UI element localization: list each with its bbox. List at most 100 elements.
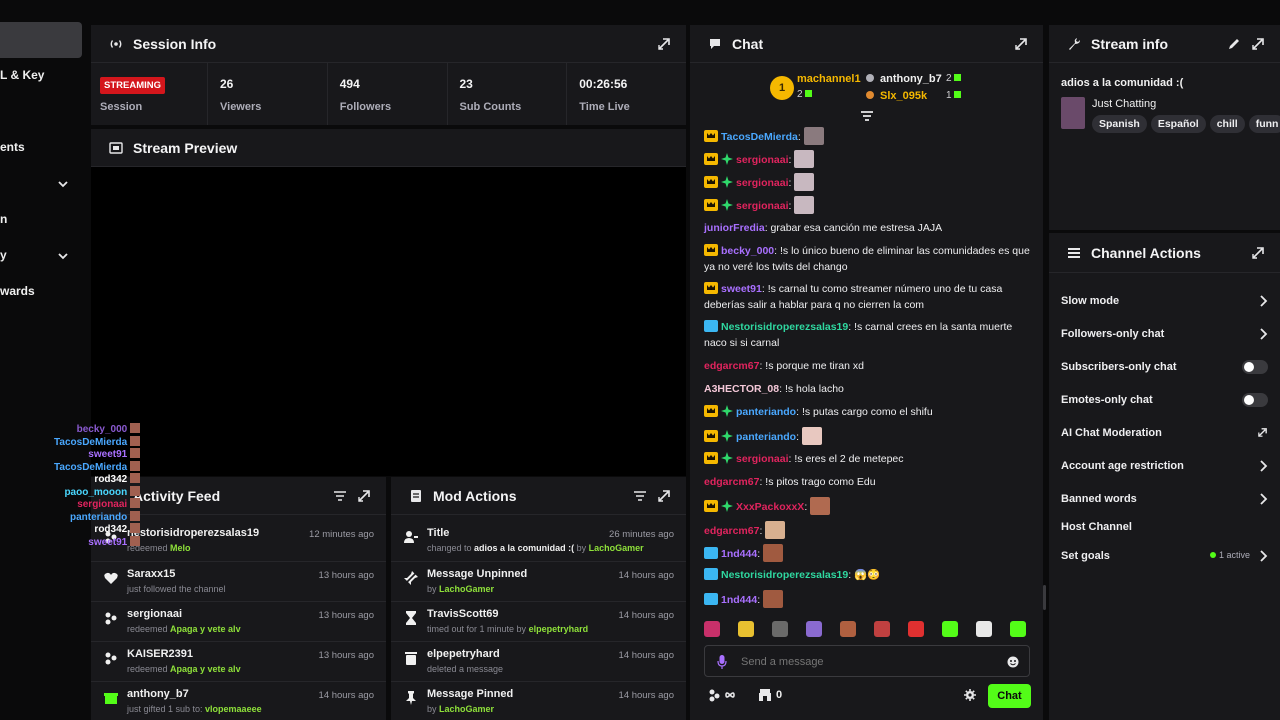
channel-action-followers-only-chat[interactable]: Followers-only chat [1061,324,1268,344]
category-thumbnail[interactable] [1061,97,1085,129]
chat-message[interactable]: Nestorisidroperezsalas19: !s carnal cree… [704,319,1032,351]
chat-input-box[interactable] [704,645,1030,677]
chat-message[interactable]: 1nd444: [704,590,1032,608]
chat-username[interactable]: sergionaai [736,200,789,212]
popout-icon[interactable] [656,488,672,504]
chat-username[interactable]: edgarcm67 [704,525,759,537]
settings-gear-icon[interactable] [964,689,976,701]
chat-message[interactable]: Nestorisidroperezsalas19: 😱😳 [704,567,1032,583]
chat-message[interactable]: edgarcm67: [704,521,1032,539]
activity-item[interactable]: anthony_b7 just gifted 1 sub to: vlopema… [91,681,386,720]
chat-message[interactable]: sweet91: !s carnal tu como streamer núme… [704,281,1032,313]
quick-emote[interactable] [976,621,992,637]
chat-username[interactable]: Nestorisidroperezsalas19 [721,569,848,581]
channel-action-host-channel[interactable]: Host Channel [1061,517,1268,537]
quick-emote[interactable] [840,621,856,637]
chat-username[interactable]: panteriando [736,431,796,443]
chevron-down-icon[interactable] [57,178,69,190]
chat-message[interactable]: 1nd444: [704,544,1032,562]
chat-message[interactable]: A3HECTOR_08: !s hola lacho [704,381,1032,397]
quick-emote[interactable] [738,621,754,637]
mod-action-item[interactable]: Message Unpinned by LachoGamer 14 hours … [391,561,686,601]
popout-icon[interactable] [1250,36,1266,52]
emoji-icon[interactable] [1007,656,1019,668]
chat-message[interactable]: edgarcm67: !s porque me tiran xd [704,358,1032,374]
tag[interactable]: Spanish [1092,115,1147,133]
chat-message[interactable]: sergionaai: !s eres el 2 de metepec [704,451,1032,467]
chat-username[interactable]: sergionaai [736,177,789,189]
chat-scrollbar[interactable] [1043,585,1046,610]
chat-username[interactable]: edgarcm67 [704,476,759,488]
channel-action-set-goals[interactable]: Set goals 1 active [1061,546,1268,566]
mod-action-item[interactable]: TravisScott69 timed out for 1 minute by … [391,601,686,641]
gift-leaderboard[interactable]: 1 machannel1 2 anthony_b7 2 Slx_095k 1 [770,73,970,113]
activity-item[interactable]: KAISER2391 redeemed Apaga y vete alv 13 … [91,641,386,681]
chat-username[interactable]: TacosDeMierda [721,131,798,143]
chat-username[interactable]: edgarcm67 [704,360,759,372]
quick-emote[interactable] [704,621,720,637]
chat-message[interactable]: XxxPackoxxX: [704,497,1032,515]
mod-action-item[interactable]: Message Pinned by LachoGamer 14 hours ag… [391,681,686,720]
chat-username[interactable]: sweet91 [721,283,762,295]
popout-icon[interactable] [1250,245,1266,261]
sidebar-active-item[interactable] [0,22,82,58]
tag[interactable]: chill [1209,115,1245,133]
store-icon[interactable] [758,688,772,702]
sidebar-item-y[interactable]: y [0,248,7,262]
chat-username[interactable]: panteriando [736,406,796,418]
chat-message[interactable]: TacosDeMierda: [704,127,1032,145]
chat-username[interactable]: sergionaai [736,453,789,465]
collapse-leaderboard-icon[interactable] [860,111,874,123]
channel-action-subscribers-only-chat[interactable]: Subscribers-only chat [1061,357,1268,377]
activity-item[interactable]: Saraxx15 just followed the channel 13 ho… [91,561,386,601]
channel-action-banned-words[interactable]: Banned words [1061,489,1268,509]
channel-action-emotes-only-chat[interactable]: Emotes-only chat [1061,390,1268,410]
chat-message[interactable]: sergionaai: [704,173,1032,191]
chat-username[interactable]: 1nd444 [721,594,757,606]
filter-icon[interactable] [632,488,648,504]
chat-username[interactable]: sergionaai [736,154,789,166]
channel-action-ai-chat-moderation[interactable]: AI Chat Moderation [1061,423,1268,443]
mod-action-item[interactable]: elpepetryhard deleted a message 14 hours… [391,641,686,681]
chat-username[interactable]: becky_000 [721,245,774,257]
filter-icon[interactable] [332,488,348,504]
quick-emote[interactable] [1010,621,1026,637]
channel-action-account-age-restriction[interactable]: Account age restriction [1061,456,1268,476]
quick-emote[interactable] [908,621,924,637]
chat-username[interactable]: Nestorisidroperezsalas19 [721,321,848,333]
mod-action-item[interactable]: Title changed to adios a la comunidad :(… [391,521,686,561]
chat-username[interactable]: A3HECTOR_08 [704,383,779,395]
quick-emote[interactable] [874,621,890,637]
tag[interactable]: Español [1150,115,1206,133]
quick-emote[interactable] [772,621,788,637]
chat-username[interactable]: juniorFredia [704,222,765,234]
popout-icon[interactable] [656,36,672,52]
microphone-icon[interactable] [717,655,727,669]
toggle-switch[interactable] [1242,393,1268,407]
quick-emote[interactable] [806,621,822,637]
tag[interactable]: funn [1248,115,1280,133]
channel-points-icon[interactable] [708,688,744,702]
chat-message[interactable]: sergionaai: [704,150,1032,168]
category-name[interactable]: Just Chatting [1092,98,1156,110]
chat-message[interactable]: juniorFredia: grabar esa canción me estr… [704,220,1032,236]
popout-icon[interactable] [356,488,372,504]
sidebar-item-n[interactable]: n [0,212,7,226]
sidebar-item-rewards[interactable]: wards [0,284,35,298]
send-chat-button[interactable]: Chat [988,684,1031,708]
chat-message[interactable]: panteriando: !s putas cargo como el shif… [704,404,1032,420]
chat-message[interactable]: edgarcm67: !s pitos trago como Edu [704,474,1032,490]
chat-username[interactable]: XxxPackoxxX [736,501,804,513]
chevron-down-icon[interactable] [57,250,69,262]
chat-input[interactable] [741,652,991,672]
chat-message[interactable]: sergionaai: [704,196,1032,214]
channel-action-slow-mode[interactable]: Slow mode [1061,291,1268,311]
quick-emote[interactable] [942,621,958,637]
chat-username[interactable]: 1nd444 [721,548,757,560]
chat-message[interactable]: panteriando: [704,427,1032,445]
popout-icon[interactable] [1013,36,1029,52]
toggle-switch[interactable] [1242,360,1268,374]
sidebar-item-url-key[interactable]: L & Key [0,68,44,82]
sidebar-item-payments[interactable]: ents [0,140,25,154]
edit-pencil-icon[interactable] [1226,36,1242,52]
